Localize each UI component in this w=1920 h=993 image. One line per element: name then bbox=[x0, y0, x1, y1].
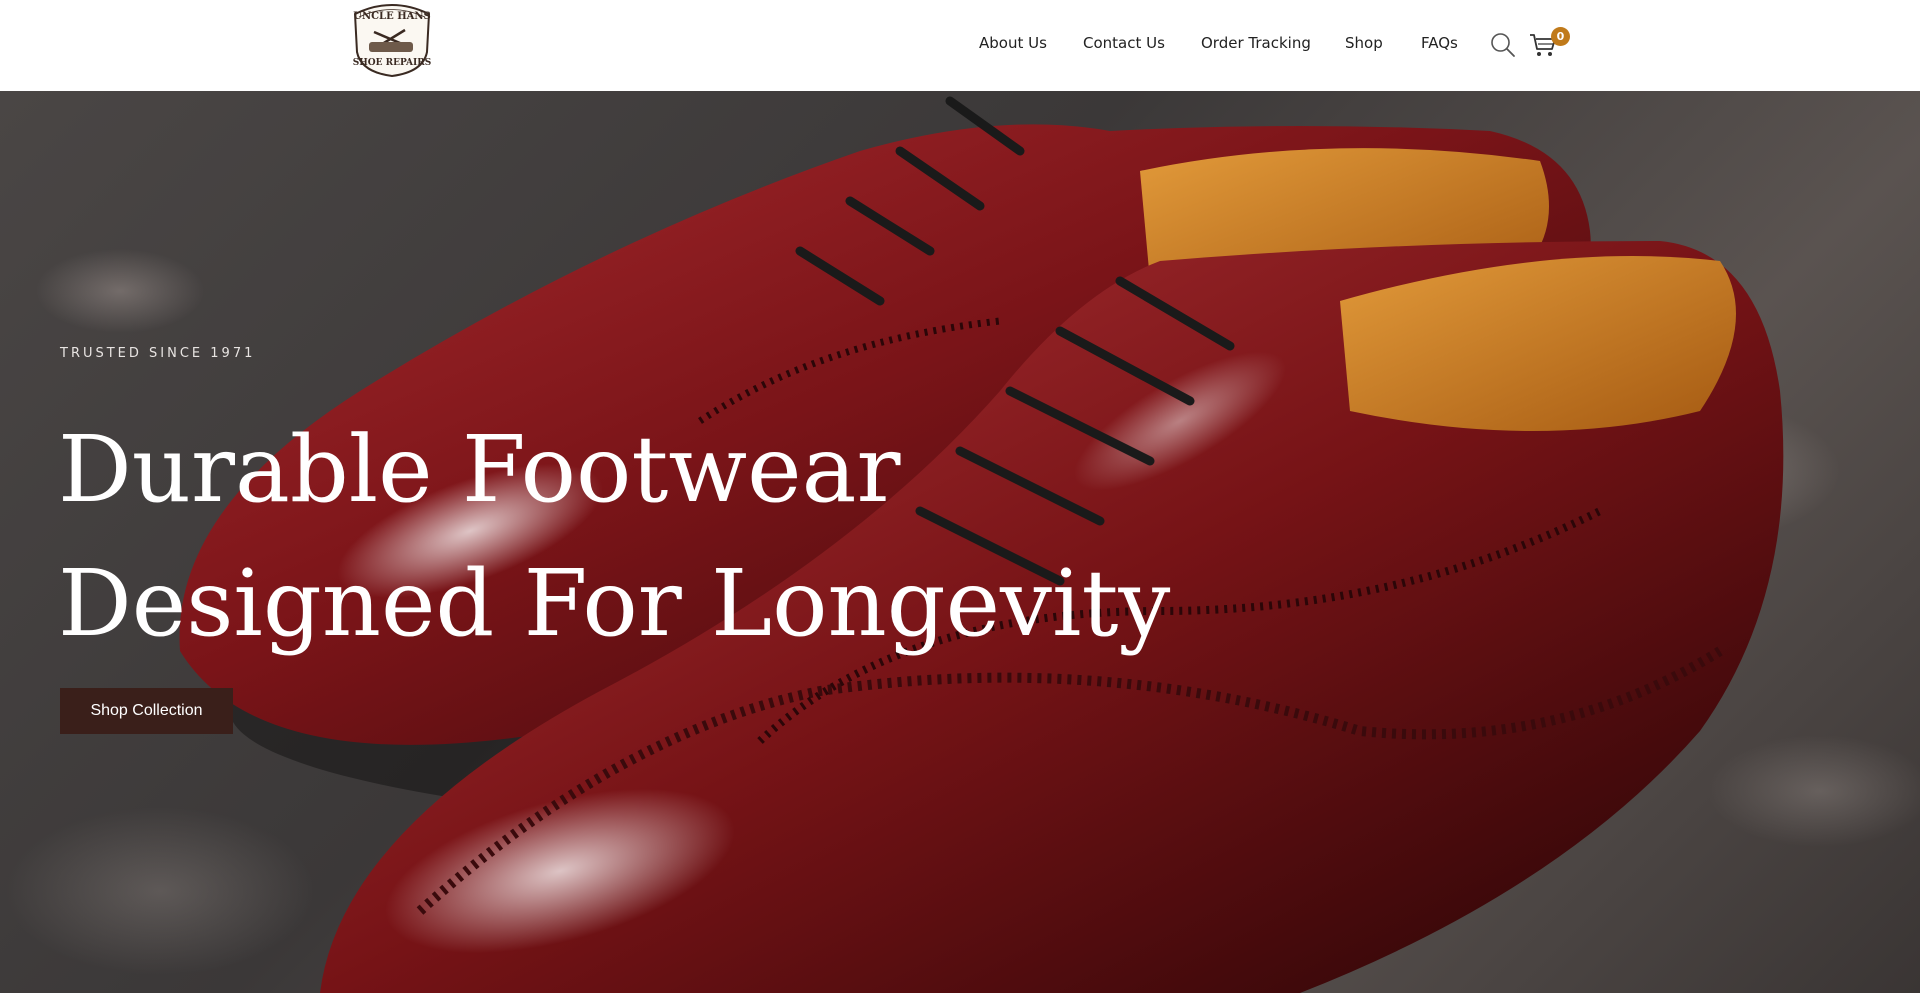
nav-about-us[interactable]: About Us bbox=[979, 34, 1047, 52]
site-header: UNCLE HANS SHOE REPAIRS About Us Contact… bbox=[0, 0, 1920, 91]
search-icon[interactable] bbox=[1489, 31, 1517, 59]
hero-headline: Durable Footwear Designed For Longevity bbox=[58, 403, 1258, 671]
main-nav: About Us Contact Us Order Tracking Shop … bbox=[0, 34, 1920, 56]
cart-count-badge: 0 bbox=[1551, 27, 1570, 46]
logo-text-top: UNCLE HANS bbox=[353, 11, 431, 22]
nav-contact-us[interactable]: Contact Us bbox=[1083, 34, 1165, 52]
shop-collection-button[interactable]: Shop Collection bbox=[60, 688, 233, 734]
nav-shop[interactable]: Shop bbox=[1345, 34, 1383, 52]
nav-order-tracking[interactable]: Order Tracking bbox=[1201, 34, 1311, 52]
logo-text-bottom: SHOE REPAIRS bbox=[353, 58, 431, 68]
hero-eyebrow: TRUSTED SINCE 1971 bbox=[60, 346, 256, 361]
headline-line-1: Durable Footwear bbox=[58, 416, 901, 523]
hero-banner: TRUSTED SINCE 1971 Durable Footwear Desi… bbox=[0, 91, 1920, 993]
headline-line-2: Designed For Longevity bbox=[58, 550, 1171, 657]
nav-faqs[interactable]: FAQs bbox=[1421, 34, 1458, 52]
